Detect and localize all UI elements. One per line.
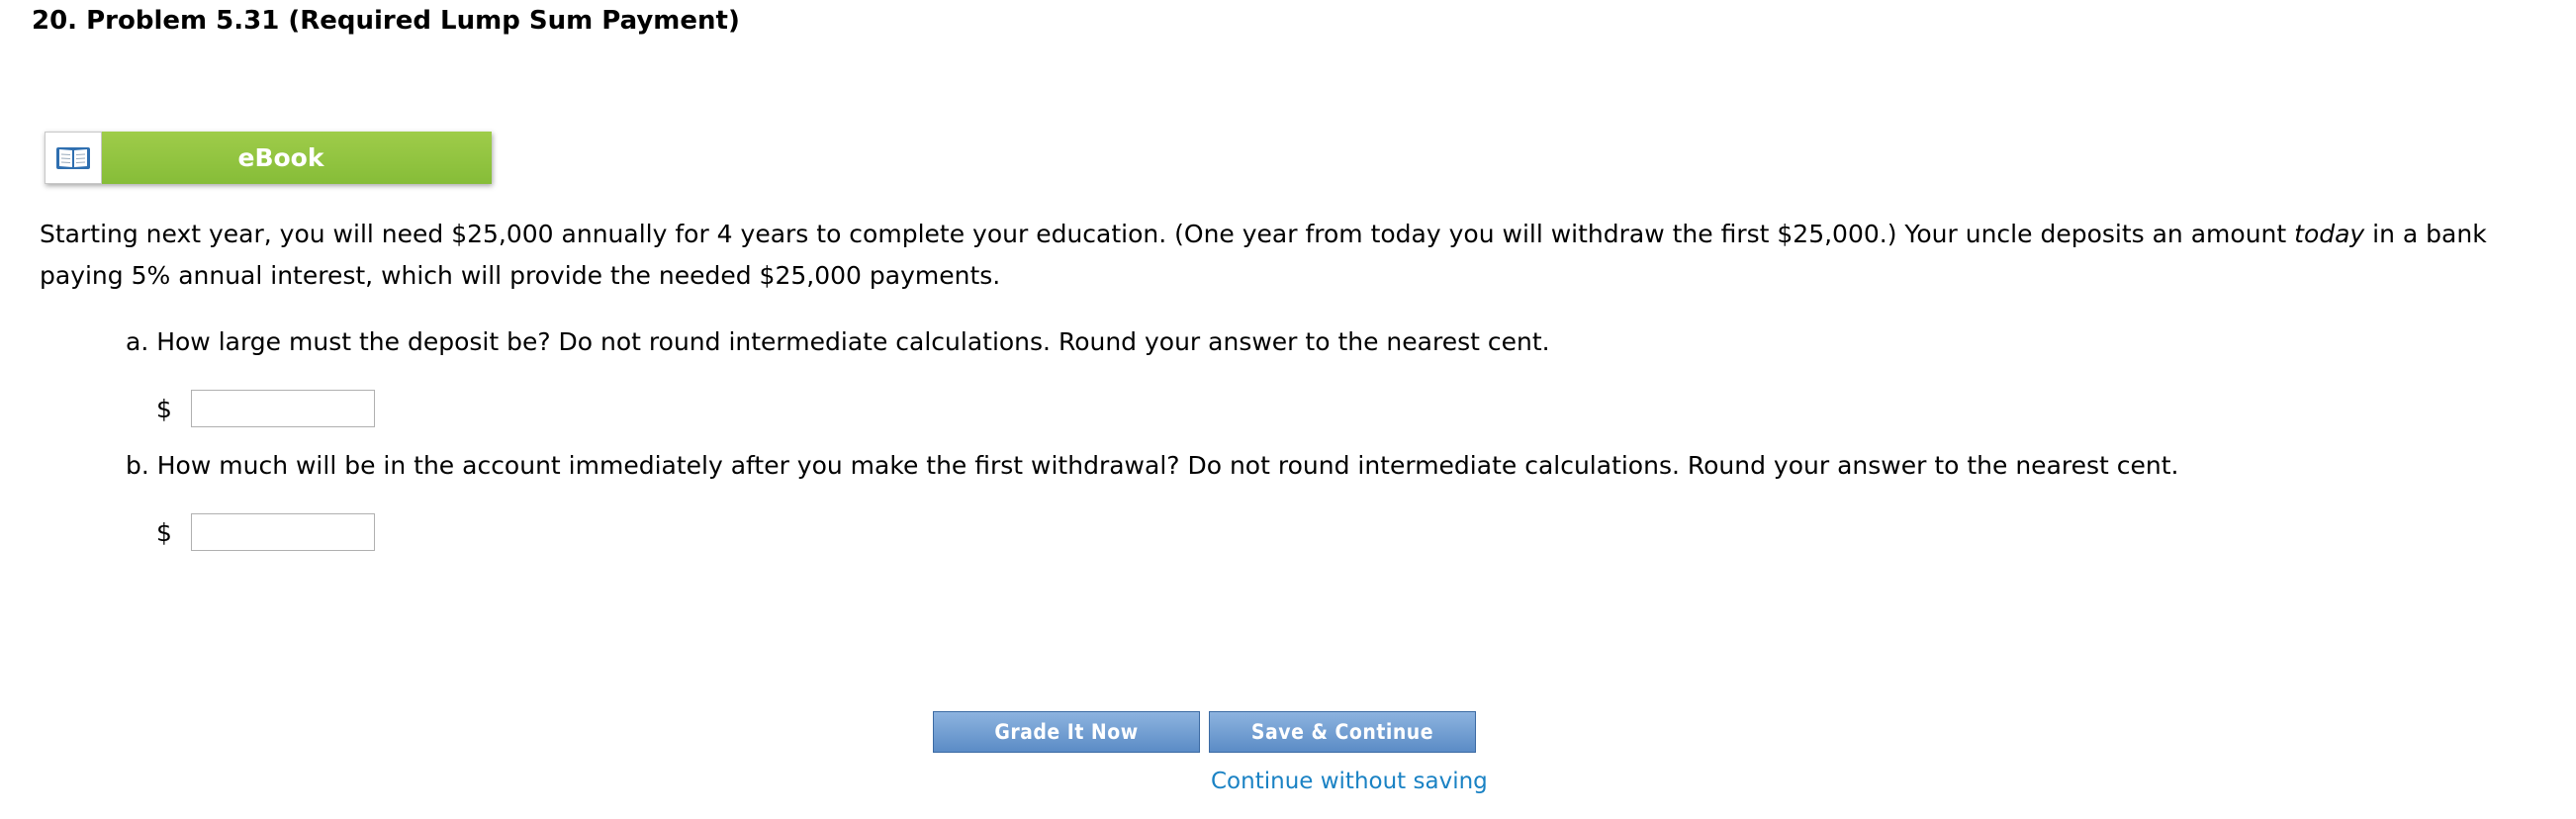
answer-a-input[interactable] — [191, 390, 375, 427]
ebook-label: eBook — [102, 132, 492, 184]
ebook-button[interactable]: eBook — [45, 132, 492, 184]
question-b-text: b. How much will be in the account immed… — [126, 451, 2179, 480]
problem-text-emphasis: today — [2294, 220, 2365, 248]
problem-text-start: Starting next year, you will need $25,00… — [40, 220, 2295, 248]
currency-symbol: $ — [156, 518, 172, 547]
problem-title: 20. Problem 5.31 (Required Lump Sum Paym… — [32, 6, 740, 36]
grade-it-now-button[interactable]: Grade It Now — [933, 711, 1200, 753]
currency-symbol: $ — [156, 395, 172, 423]
answer-b-input[interactable] — [191, 513, 375, 551]
question-a-text: a. How large must the deposit be? Do not… — [126, 327, 1550, 356]
continue-without-saving-link[interactable]: Continue without saving — [1211, 769, 1488, 794]
save-and-continue-button[interactable]: Save & Continue — [1209, 711, 1476, 753]
problem-statement: Starting next year, you will need $25,00… — [40, 214, 2542, 297]
open-book-icon — [45, 132, 102, 184]
